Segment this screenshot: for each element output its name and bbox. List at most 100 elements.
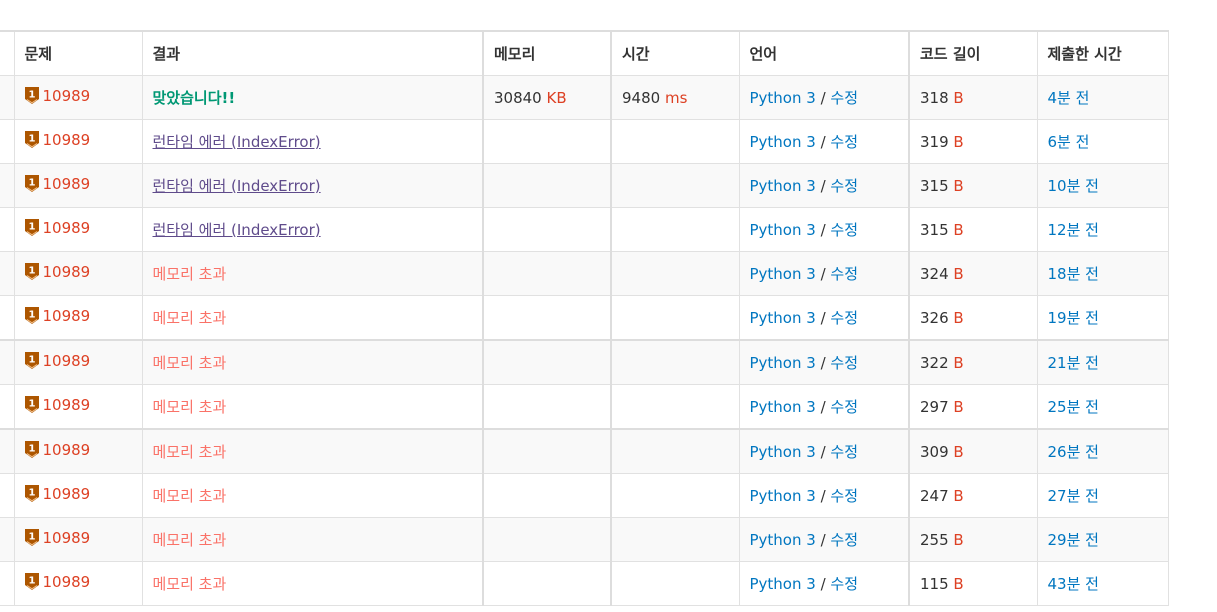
language-link[interactable]: Python 3	[750, 575, 816, 593]
code-length-cell: 326 B	[908, 295, 1038, 341]
submitted-time-link[interactable]: 27분 전	[1048, 487, 1099, 505]
svg-text:1: 1	[28, 444, 35, 455]
language-link[interactable]: Python 3	[750, 309, 816, 327]
language-link[interactable]: Python 3	[750, 354, 816, 372]
code-length-cell: 255 B	[908, 517, 1038, 562]
problem-link[interactable]: 1 10989	[24, 396, 90, 414]
edit-link[interactable]: 수정	[830, 309, 858, 327]
code-length-cell: 318 B	[908, 75, 1038, 120]
language-cell: Python 3 / 수정	[738, 75, 910, 120]
submitted-time-link[interactable]: 43분 전	[1048, 575, 1099, 593]
language-link[interactable]: Python 3	[750, 398, 816, 416]
problem-number: 10989	[42, 484, 91, 503]
submitted-time-link[interactable]: 6분 전	[1048, 133, 1090, 151]
submitted-time-cell: 6분 전	[1036, 119, 1169, 164]
submitted-time-link[interactable]: 12분 전	[1048, 221, 1099, 239]
result-link[interactable]: 런타임 에러 (IndexError)	[153, 221, 321, 239]
problem-link[interactable]: 1 10989	[24, 219, 90, 237]
header-result: 결과	[141, 30, 484, 76]
language-link[interactable]: Python 3	[750, 221, 816, 239]
problem-link[interactable]: 1 10989	[24, 307, 90, 325]
submitted-time-cell: 18분 전	[1036, 251, 1169, 296]
bronze-tier-1-icon: 1	[24, 87, 39, 105]
edit-link[interactable]: 수정	[830, 133, 858, 151]
language-link[interactable]: Python 3	[750, 443, 816, 461]
problem-link[interactable]: 1 10989	[24, 87, 90, 105]
table-row: 1 10989 런타임 에러 (IndexError) Python 3 / 수정 31…	[0, 207, 1169, 252]
language-link[interactable]: Python 3	[750, 487, 816, 505]
language-link[interactable]: Python 3	[750, 133, 816, 151]
code-length-unit: B	[953, 353, 964, 372]
code-length-unit: B	[953, 574, 964, 593]
edit-link[interactable]: 수정	[830, 398, 858, 416]
time-cell: 9480 ms	[610, 75, 740, 120]
submitted-time-cell: 26분 전	[1036, 428, 1169, 474]
submitted-time-link[interactable]: 18분 전	[1048, 265, 1099, 283]
language-link[interactable]: Python 3	[750, 177, 816, 195]
edit-link[interactable]: 수정	[830, 487, 858, 505]
memory-cell	[482, 339, 612, 385]
language-cell: Python 3 / 수정	[738, 119, 910, 164]
language-link[interactable]: Python 3	[750, 531, 816, 549]
problem-number: 10989	[42, 174, 91, 193]
result-text: 메모리 초과	[152, 354, 227, 372]
language-link[interactable]: Python 3	[750, 89, 816, 107]
submitted-time-link[interactable]: 25분 전	[1048, 398, 1099, 416]
problem-link[interactable]: 1 10989	[24, 529, 90, 547]
language-cell: Python 3 / 수정	[738, 428, 910, 474]
bronze-tier-1-icon: 1	[24, 307, 39, 325]
submitted-time-link[interactable]: 19분 전	[1048, 309, 1099, 327]
svg-text:1: 1	[28, 90, 35, 101]
problem-link[interactable]: 1 10989	[24, 573, 90, 591]
code-length-unit: B	[953, 530, 964, 549]
problem-link[interactable]: 1 10989	[24, 484, 91, 503]
edit-link[interactable]: 수정	[830, 177, 858, 195]
separator: /	[815, 221, 831, 239]
problem-link[interactable]: 1 10989	[24, 263, 90, 281]
submission-id-cell	[0, 428, 15, 474]
code-length-cell: 324 B	[908, 251, 1038, 296]
language-link[interactable]: Python 3	[750, 265, 816, 283]
code-length-value: 255	[920, 530, 949, 549]
result-link[interactable]: 런타임 에러 (IndexError)	[153, 133, 321, 151]
submitted-time-link[interactable]: 29분 전	[1048, 531, 1099, 549]
edit-link[interactable]: 수정	[830, 575, 858, 593]
problem-link[interactable]: 1 10989	[24, 441, 90, 459]
result-cell: 맞았습니다!!	[141, 75, 484, 120]
submitted-time-link[interactable]: 10분 전	[1048, 177, 1099, 195]
submitted-time-cell: 21분 전	[1036, 339, 1169, 385]
code-length-cell: 315 B	[908, 163, 1038, 208]
edit-link[interactable]: 수정	[830, 221, 858, 239]
time-cell	[610, 517, 740, 562]
memory-cell	[482, 119, 612, 164]
time-cell	[610, 295, 740, 341]
header-memory: 메모리	[482, 30, 612, 76]
submitted-time-link[interactable]: 26분 전	[1048, 443, 1099, 461]
svg-text:1: 1	[28, 178, 35, 189]
submission-status-table: 문제 결과 메모리 시간 언어 코드 길이 제출한 시간 1 10989 맞았습니다…	[0, 30, 1169, 606]
bronze-tier-1-icon: 1	[24, 441, 39, 459]
code-length-cell: 297 B	[908, 384, 1038, 430]
bronze-tier-1-icon: 1	[24, 529, 39, 547]
time-cell	[610, 473, 740, 518]
edit-link[interactable]: 수정	[830, 354, 858, 372]
edit-link[interactable]: 수정	[830, 443, 858, 461]
submitted-time-link[interactable]: 21분 전	[1048, 354, 1099, 372]
edit-link[interactable]: 수정	[830, 531, 858, 549]
submitted-time-link[interactable]: 4분 전	[1048, 89, 1090, 107]
result-text: 메모리 초과	[152, 531, 227, 549]
problem-link[interactable]: 1 10989	[24, 352, 90, 370]
separator: /	[815, 354, 831, 372]
edit-link[interactable]: 수정	[830, 265, 858, 283]
memory-cell: 30840 KB	[482, 75, 612, 120]
problem-link[interactable]: 1 10989	[24, 131, 90, 149]
memory-cell	[482, 561, 612, 606]
edit-link[interactable]: 수정	[830, 89, 858, 107]
bronze-tier-1-icon: 1	[24, 485, 39, 503]
bronze-tier-1-icon: 1	[24, 175, 39, 193]
result-text: 메모리 초과	[152, 309, 227, 327]
result-link[interactable]: 런타임 에러 (IndexError)	[153, 177, 321, 195]
svg-text:1: 1	[28, 222, 35, 233]
problem-link[interactable]: 1 10989	[24, 174, 91, 193]
table-row: 1 10989 메모리 초과 Python 3 / 수정 297 B 25분 전	[0, 384, 1169, 430]
